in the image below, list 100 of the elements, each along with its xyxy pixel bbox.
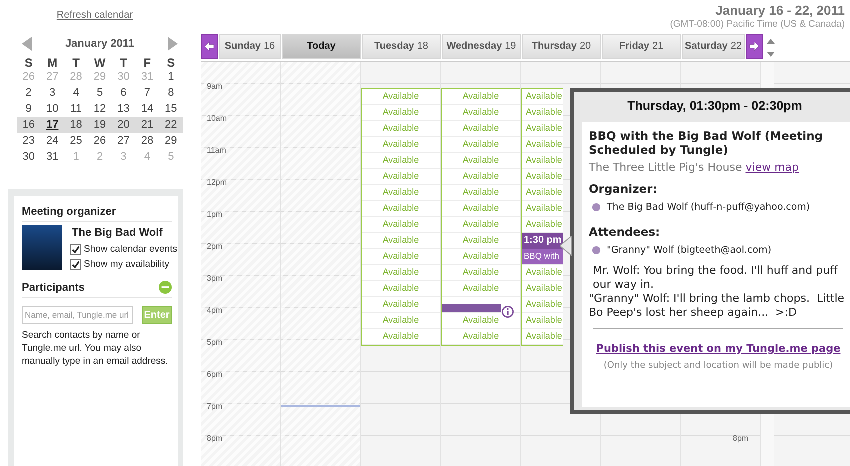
availability-slot[interactable]: Available bbox=[442, 153, 520, 169]
availability-slot[interactable]: Available bbox=[362, 185, 440, 201]
availability-slot[interactable]: Available bbox=[442, 265, 520, 281]
availability-slot[interactable]: Available bbox=[442, 89, 520, 105]
calendar-week-row[interactable]: 30 31 1 2 3 4 5 bbox=[17, 149, 183, 165]
availability-slot[interactable]: Available bbox=[442, 249, 520, 265]
calendar-day[interactable]: 31 bbox=[136, 71, 160, 83]
availability-slot[interactable]: Available bbox=[442, 201, 520, 217]
availability-slot[interactable]: Available bbox=[442, 313, 520, 329]
calendar-week-row[interactable]: 9 10 11 12 13 14 15 bbox=[17, 101, 183, 117]
calendar-day[interactable]: 19 bbox=[88, 119, 112, 131]
enter-button[interactable]: Enter bbox=[142, 306, 172, 324]
calendar-day[interactable]: 4 bbox=[136, 151, 160, 163]
calendar-day[interactable]: 13 bbox=[112, 103, 136, 115]
availability-slot[interactable]: Available bbox=[442, 137, 520, 153]
availability-slot[interactable]: Available bbox=[522, 281, 563, 297]
event-title[interactable]: BBQ with bbox=[522, 249, 563, 265]
calendar-day[interactable]: 1 bbox=[64, 151, 88, 163]
calendar-day[interactable]: 1 bbox=[159, 71, 184, 83]
calendar-day[interactable]: 6 bbox=[112, 87, 136, 99]
calendar-day[interactable]: 15 bbox=[159, 103, 184, 115]
calendar-day[interactable]: 24 bbox=[40, 135, 64, 147]
availability-slot[interactable]: Available bbox=[362, 217, 440, 233]
calendar-day[interactable]: 29 bbox=[159, 135, 184, 147]
day-tab[interactable]: Thursday 20 bbox=[522, 34, 601, 59]
day-tab[interactable]: Tuesday 18 bbox=[362, 34, 441, 59]
previous-week-button[interactable] bbox=[201, 34, 218, 59]
publish-event-link[interactable]: Publish this event on my Tungle.me page bbox=[596, 343, 841, 355]
calendar-day[interactable]: 31 bbox=[40, 151, 64, 163]
calendar-day[interactable]: 28 bbox=[64, 71, 88, 83]
availability-slot[interactable]: Available bbox=[362, 105, 440, 121]
calendar-day[interactable]: 17 bbox=[40, 119, 64, 131]
calendar-week-row[interactable]: 2 3 4 5 6 7 8 bbox=[17, 85, 183, 101]
availability-slot[interactable]: Available bbox=[362, 329, 440, 345]
availability-slot[interactable]: Available bbox=[442, 169, 520, 185]
calendar-day[interactable]: 26 bbox=[88, 135, 112, 147]
availability-slot[interactable]: Available bbox=[362, 265, 440, 281]
availability-slot[interactable]: Available bbox=[522, 121, 563, 137]
info-icon[interactable] bbox=[502, 306, 514, 318]
availability-slot[interactable]: Available bbox=[442, 233, 520, 249]
calendar-day[interactable]: 16 bbox=[17, 119, 41, 131]
calendar-day[interactable]: 22 bbox=[159, 119, 184, 131]
availability-slot[interactable]: Available bbox=[362, 313, 440, 329]
availability-slot[interactable]: Available bbox=[522, 169, 563, 185]
availability-slot[interactable]: Available bbox=[362, 249, 440, 265]
day-tab[interactable]: Saturday 22 bbox=[682, 34, 745, 59]
availability-slot[interactable]: Available bbox=[442, 217, 520, 233]
calendar-week-row[interactable]: 26 27 28 29 30 31 1 bbox=[17, 69, 183, 85]
availability-slot[interactable]: Available bbox=[522, 201, 563, 217]
availability-slot[interactable]: Available bbox=[522, 297, 563, 313]
checkbox[interactable] bbox=[70, 259, 81, 270]
availability-slot[interactable]: Available bbox=[522, 265, 563, 281]
calendar-day[interactable]: 27 bbox=[112, 135, 136, 147]
availability-slot[interactable]: Available bbox=[522, 137, 563, 153]
availability-slot[interactable]: Available bbox=[522, 105, 563, 121]
calendar-day[interactable]: 27 bbox=[40, 71, 64, 83]
checkbox[interactable] bbox=[70, 244, 81, 255]
view-map-link[interactable]: view map bbox=[746, 161, 800, 174]
availability-slot[interactable]: Available bbox=[362, 153, 440, 169]
calendar-day[interactable]: 21 bbox=[136, 119, 160, 131]
availability-slot[interactable]: Available bbox=[362, 201, 440, 217]
scroll-down-icon[interactable] bbox=[767, 52, 775, 57]
availability-slot[interactable]: Available bbox=[442, 121, 520, 137]
calendar-day[interactable]: 14 bbox=[136, 103, 160, 115]
calendar-day[interactable]: 20 bbox=[112, 119, 136, 131]
calendar-day[interactable]: 8 bbox=[159, 87, 184, 99]
scroll-up-icon[interactable] bbox=[767, 39, 775, 44]
availability-slot[interactable]: Available bbox=[362, 89, 440, 105]
calendar-day[interactable]: 2 bbox=[17, 87, 41, 99]
calendar-week-row[interactable]: 16 17 18 19 20 21 22 bbox=[17, 117, 183, 133]
day-tab[interactable]: Friday 21 bbox=[602, 34, 681, 59]
availability-slot[interactable]: Available bbox=[362, 169, 440, 185]
calendar-day[interactable]: 26 bbox=[17, 71, 41, 83]
calendar-day[interactable]: 30 bbox=[17, 151, 41, 163]
calendar-day[interactable]: 5 bbox=[88, 87, 112, 99]
calendar-day[interactable]: 23 bbox=[17, 135, 41, 147]
calendar-day[interactable]: 25 bbox=[64, 135, 88, 147]
availability-slot[interactable]: Available bbox=[442, 329, 520, 345]
availability-slot[interactable]: Available bbox=[522, 153, 563, 169]
calendar-day[interactable]: 4 bbox=[64, 87, 88, 99]
availability-slot[interactable]: Available bbox=[362, 137, 440, 153]
calendar-day[interactable]: 28 bbox=[136, 135, 160, 147]
refresh-calendar-link[interactable]: Refresh calendar bbox=[56, 10, 134, 21]
calendar-day[interactable]: 3 bbox=[40, 87, 64, 99]
next-month-icon[interactable] bbox=[168, 37, 178, 51]
availability-slot[interactable]: Available bbox=[362, 297, 440, 313]
availability-slot[interactable]: Available bbox=[362, 121, 440, 137]
day-tab[interactable]: Today bbox=[282, 34, 361, 59]
calendar-day[interactable]: 9 bbox=[17, 103, 41, 115]
availability-slot[interactable]: Available bbox=[442, 185, 520, 201]
calendar-day[interactable]: 11 bbox=[64, 103, 88, 115]
collapse-icon[interactable] bbox=[159, 281, 172, 294]
availability-slot[interactable]: Available bbox=[522, 89, 563, 105]
participant-input-field[interactable]: Name, email, Tungle.me url bbox=[22, 306, 133, 324]
availability-slot[interactable]: Available bbox=[362, 233, 440, 249]
availability-slot[interactable]: Available bbox=[522, 329, 563, 345]
calendar-day[interactable]: 18 bbox=[64, 119, 88, 131]
calendar-day[interactable]: 5 bbox=[159, 151, 184, 163]
calendar-week-row[interactable]: 23 24 25 26 27 28 29 bbox=[17, 133, 183, 149]
availability-slot[interactable]: Available bbox=[522, 313, 563, 329]
